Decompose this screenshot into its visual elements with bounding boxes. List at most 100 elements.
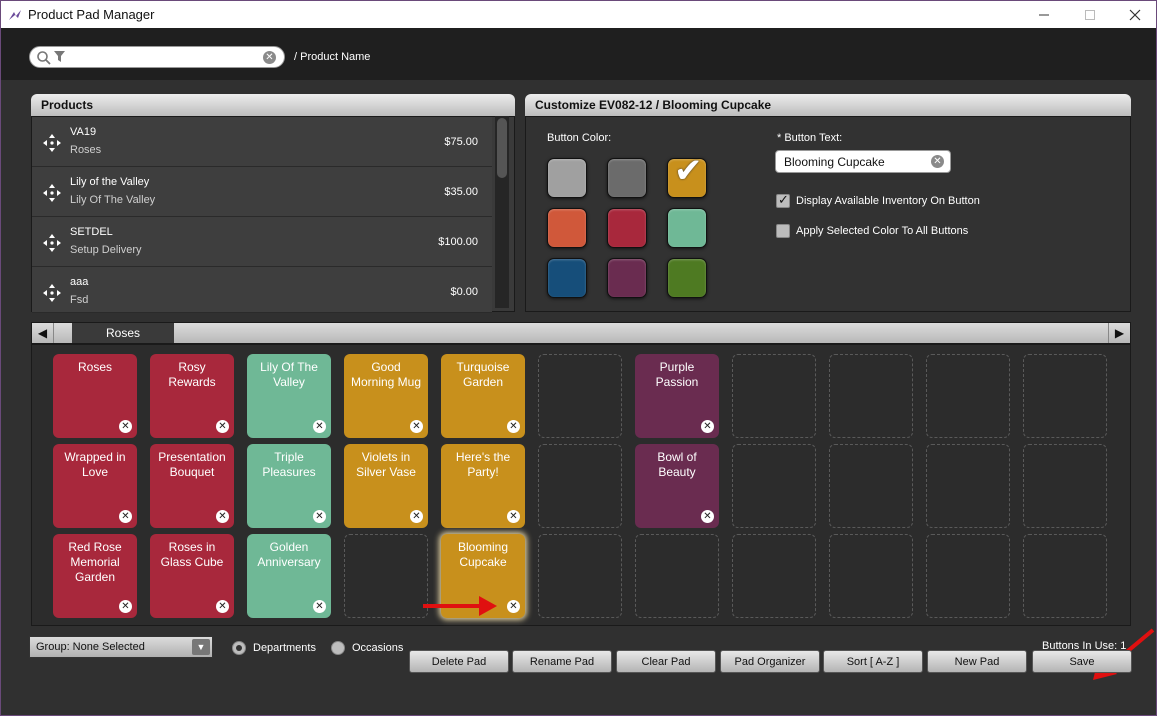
group-select[interactable]: Group: None Selected ▼: [29, 636, 213, 658]
empty-pad-slot[interactable]: [926, 354, 1010, 438]
color-swatch[interactable]: [607, 208, 647, 248]
pad-button[interactable]: Wrapped in Love ✕: [53, 444, 137, 528]
save-button[interactable]: Save: [1032, 650, 1132, 673]
remove-button-icon[interactable]: ✕: [701, 420, 714, 433]
search-bar-area: ✕ / Product Name: [1, 28, 1156, 80]
empty-pad-slot[interactable]: [926, 534, 1010, 618]
product-row[interactable]: SETDEL Setup Delivery $100.00: [32, 217, 492, 267]
color-swatch[interactable]: [607, 258, 647, 298]
pad-button[interactable]: Bowl of Beauty ✕: [635, 444, 719, 528]
pad-button[interactable]: Red Rose Memorial Garden ✕: [53, 534, 137, 618]
color-swatch[interactable]: [607, 158, 647, 198]
tab-roses[interactable]: Roses: [72, 323, 174, 343]
minimize-button[interactable]: [1021, 1, 1067, 29]
pad-button[interactable]: Rosy Rewards ✕: [150, 354, 234, 438]
empty-pad-slot[interactable]: [1023, 534, 1107, 618]
tab-scroll-right-button[interactable]: ▶: [1108, 323, 1130, 343]
empty-pad-slot[interactable]: [829, 354, 913, 438]
empty-pad-slot[interactable]: [926, 444, 1010, 528]
display-inventory-checkbox[interactable]: [776, 192, 790, 208]
pad-button[interactable]: Violets in Silver Vase ✕: [344, 444, 428, 528]
rename-pad-button[interactable]: Rename Pad: [512, 650, 612, 673]
empty-pad-slot[interactable]: [538, 534, 622, 618]
empty-pad-slot[interactable]: [635, 534, 719, 618]
product-price: $35.00: [444, 186, 478, 198]
remove-button-icon[interactable]: ✕: [119, 600, 132, 613]
color-swatch[interactable]: [547, 258, 587, 298]
drag-handle-icon[interactable]: [42, 283, 62, 303]
pad-button[interactable]: Good Morning Mug ✕: [344, 354, 428, 438]
empty-pad-slot[interactable]: [829, 534, 913, 618]
clear-button-text-icon[interactable]: ✕: [931, 155, 944, 168]
pad-button[interactable]: Roses in Glass Cube ✕: [150, 534, 234, 618]
pad-button-label: Blooming Cupcake: [457, 540, 509, 569]
remove-button-icon[interactable]: ✕: [410, 420, 423, 433]
color-swatch[interactable]: [667, 208, 707, 248]
products-scrollbar[interactable]: [495, 116, 509, 308]
sort-button[interactable]: Sort [ A-Z ]: [823, 650, 923, 673]
clear-pad-button[interactable]: Clear Pad: [616, 650, 716, 673]
apply-color-checkbox[interactable]: [776, 224, 790, 238]
empty-pad-slot[interactable]: [344, 534, 428, 618]
remove-button-icon[interactable]: ✕: [313, 510, 326, 523]
empty-pad-slot[interactable]: [732, 444, 816, 528]
drag-handle-icon[interactable]: [42, 183, 62, 203]
empty-pad-slot[interactable]: [732, 534, 816, 618]
product-code: Lily of the Valley: [70, 176, 150, 188]
clear-search-icon[interactable]: ✕: [263, 51, 276, 64]
drag-handle-icon[interactable]: [42, 233, 62, 253]
pad-organizer-button[interactable]: Pad Organizer: [720, 650, 820, 673]
products-list: VA19 Roses $75.00 Lily of the Valley Lil…: [31, 116, 515, 313]
new-pad-button[interactable]: New Pad: [927, 650, 1027, 673]
pad-button-label: Golden Anniversary: [257, 540, 321, 569]
tab-scroll-left-button[interactable]: ◀: [32, 323, 54, 343]
color-swatch[interactable]: [667, 258, 707, 298]
remove-button-icon[interactable]: ✕: [313, 420, 326, 433]
products-scroll-thumb[interactable]: [497, 118, 507, 178]
color-swatch[interactable]: [547, 208, 587, 248]
remove-button-icon[interactable]: ✕: [119, 510, 132, 523]
remove-button-icon[interactable]: ✕: [507, 510, 520, 523]
product-row[interactable]: aaa Fsd $0.00: [32, 267, 492, 313]
remove-button-icon[interactable]: ✕: [410, 510, 423, 523]
empty-pad-slot[interactable]: [1023, 354, 1107, 438]
remove-button-icon[interactable]: ✕: [701, 510, 714, 523]
empty-pad-slot[interactable]: [1023, 444, 1107, 528]
product-row[interactable]: Lily of the Valley Lily Of The Valley $3…: [32, 167, 492, 217]
product-code: VA19: [70, 126, 97, 138]
color-swatch[interactable]: ✔: [667, 152, 707, 198]
remove-button-icon[interactable]: ✕: [216, 420, 229, 433]
close-button[interactable]: [1112, 1, 1157, 29]
empty-pad-slot[interactable]: [732, 354, 816, 438]
departments-radio[interactable]: [232, 641, 246, 655]
remove-button-icon[interactable]: ✕: [119, 420, 132, 433]
delete-pad-button[interactable]: Delete Pad: [409, 650, 509, 673]
pad-button[interactable]: Roses ✕: [53, 354, 137, 438]
pad-button[interactable]: Lily Of The Valley ✕: [247, 354, 331, 438]
empty-pad-slot[interactable]: [829, 444, 913, 528]
button-text-field[interactable]: Blooming Cupcake ✕: [775, 150, 951, 173]
pad-button[interactable]: Purple Passion ✕: [635, 354, 719, 438]
remove-button-icon[interactable]: ✕: [313, 600, 326, 613]
color-swatch[interactable]: [547, 158, 587, 198]
drag-handle-icon[interactable]: [42, 133, 62, 153]
pad-button[interactable]: Presentation Bouquet ✕: [150, 444, 234, 528]
pad-button[interactable]: Turquoise Garden ✕: [441, 354, 525, 438]
remove-button-icon[interactable]: ✕: [216, 600, 229, 613]
empty-pad-slot[interactable]: [538, 444, 622, 528]
pad-button-label: Roses: [77, 360, 112, 374]
pad-button[interactable]: Golden Anniversary ✕: [247, 534, 331, 618]
maximize-button[interactable]: [1067, 1, 1113, 29]
product-code: aaa: [70, 276, 89, 288]
button-text-value: Blooming Cupcake: [784, 155, 885, 169]
pad-button[interactable]: Triple Pleasures ✕: [247, 444, 331, 528]
empty-pad-slot[interactable]: [538, 354, 622, 438]
occasions-radio[interactable]: [331, 641, 345, 655]
filter-icon[interactable]: [54, 51, 65, 63]
search-input[interactable]: ✕: [29, 46, 285, 68]
product-row[interactable]: VA19 Roses $75.00: [32, 117, 492, 167]
pad-button[interactable]: Here's the Party! ✕: [441, 444, 525, 528]
remove-button-icon[interactable]: ✕: [216, 510, 229, 523]
remove-button-icon[interactable]: ✕: [507, 600, 520, 613]
remove-button-icon[interactable]: ✕: [507, 420, 520, 433]
